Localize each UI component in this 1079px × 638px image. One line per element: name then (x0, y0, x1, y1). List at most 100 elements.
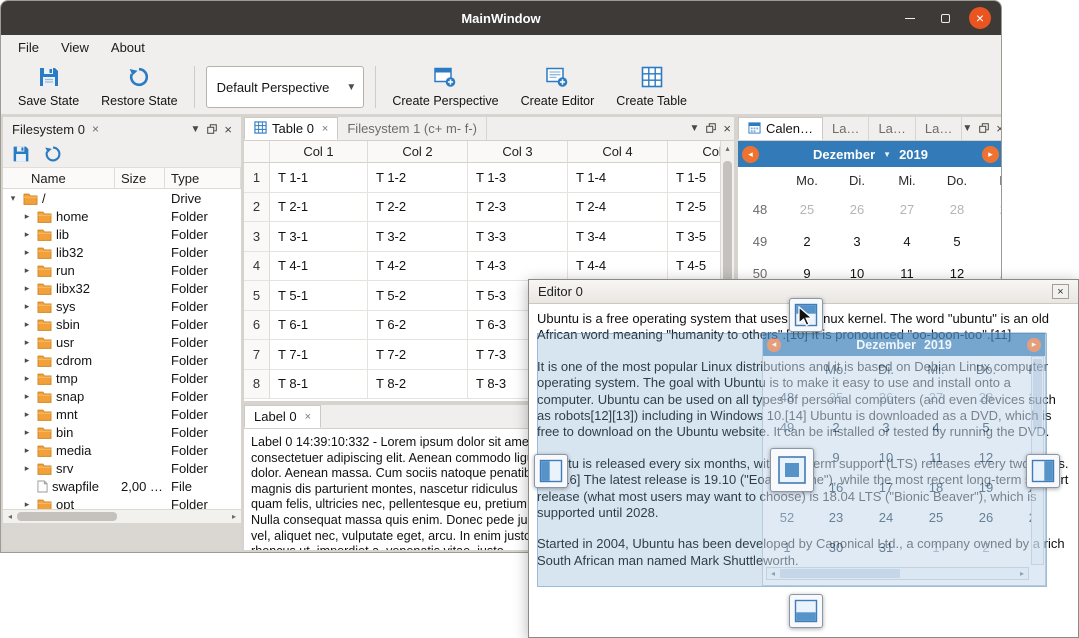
table-cell[interactable]: T 2-4 (568, 193, 668, 223)
filesystem-row[interactable]: ▸srvFolder (3, 459, 241, 477)
filesystem-row[interactable]: ▸usrFolder (3, 333, 241, 351)
filesystem-row[interactable]: ▸mediaFolder (3, 441, 241, 459)
prev-month-button[interactable]: ◂ (742, 146, 759, 163)
expander-icon[interactable]: ▸ (21, 445, 33, 456)
editor-close-button[interactable]: × (1052, 284, 1069, 299)
column-header-name[interactable]: Name (3, 168, 115, 188)
filesystem-row[interactable]: ▸lib32Folder (3, 243, 241, 261)
calendar-day-cell[interactable]: 4 (882, 234, 932, 249)
tab-label-1[interactable]: La… (823, 117, 869, 140)
row-number[interactable]: 2 (244, 193, 270, 223)
scroll-right-icon[interactable]: ▸ (227, 510, 241, 523)
close-icon[interactable]: × (996, 121, 1001, 136)
row-number[interactable]: 1 (244, 163, 270, 193)
table-cell[interactable]: T 7-2 (368, 340, 468, 370)
expander-icon[interactable]: ▸ (21, 247, 33, 258)
table-column-header[interactable]: Col 1 (270, 141, 368, 163)
filesystem-row[interactable]: ▸snapFolder (3, 387, 241, 405)
tab-label-2[interactable]: La… (869, 117, 915, 140)
calendar-day-cell[interactable]: 28 (932, 202, 982, 217)
tab-list-icon[interactable]: ▼ (191, 124, 201, 135)
row-number[interactable]: 7 (244, 340, 270, 370)
filesystem-row[interactable]: ▸optFolder (3, 495, 241, 509)
table-cell[interactable]: T 2-1 (270, 193, 368, 223)
expander-icon[interactable]: ▸ (21, 283, 33, 294)
scroll-left-icon[interactable]: ◂ (3, 510, 17, 523)
table-cell[interactable]: T 4-4 (568, 252, 668, 282)
filesystem-row[interactable]: ▸tmpFolder (3, 369, 241, 387)
table-cell[interactable]: T 3-4 (568, 222, 668, 252)
table-cell[interactable]: T 1-1 (270, 163, 368, 193)
next-month-button[interactable]: ▸ (982, 146, 999, 163)
scroll-up-icon[interactable]: ▴ (721, 141, 734, 155)
table-cell[interactable]: T 5-2 (368, 281, 468, 311)
row-number[interactable]: 8 (244, 370, 270, 400)
filesystem-row[interactable]: ▸cdromFolder (3, 351, 241, 369)
table-cell[interactable]: T 4-1 (270, 252, 368, 282)
menu-view[interactable]: View (50, 37, 100, 58)
calendar-day-cell[interactable]: 2 (782, 234, 832, 249)
table-cell[interactable]: T 3-1 (270, 222, 368, 252)
row-number[interactable]: 4 (244, 252, 270, 282)
expander-icon[interactable]: ▾ (7, 193, 19, 204)
dock-indicator-right[interactable] (1026, 454, 1060, 488)
table-cell[interactable]: T 3-3 (468, 222, 568, 252)
titlebar[interactable]: MainWindow × (1, 1, 1001, 35)
month-label[interactable]: Dezember (813, 147, 875, 162)
column-header-type[interactable]: Type (165, 168, 241, 188)
float-icon[interactable] (706, 121, 716, 136)
table-cell[interactable]: T 6-1 (270, 311, 368, 341)
table-cell[interactable]: T 7-1 (270, 340, 368, 370)
expander-icon[interactable]: ▸ (21, 427, 33, 438)
expander-icon[interactable]: ▸ (21, 499, 33, 510)
table-column-header[interactable]: Col 3 (468, 141, 568, 163)
calendar-day-cell[interactable]: 3 (832, 234, 882, 249)
save-state-button[interactable]: Save State (7, 63, 90, 111)
tab-list-icon[interactable]: ▼ (690, 123, 700, 134)
expander-icon[interactable]: ▸ (21, 301, 33, 312)
calendar-day-cell[interactable]: 27 (882, 202, 932, 217)
tab-close-icon[interactable]: × (305, 411, 311, 423)
filesystem-row[interactable]: ▾/Drive (3, 189, 241, 207)
calendar-day-cell[interactable]: 6 (982, 234, 1001, 249)
filesystem-row[interactable]: ▸binFolder (3, 423, 241, 441)
restore-icon[interactable] (42, 143, 64, 165)
scrollbar-thumb[interactable] (17, 512, 117, 521)
create-perspective-button[interactable]: Create Perspective (381, 63, 509, 111)
calendar-day-cell[interactable]: 5 (932, 234, 982, 249)
row-number[interactable]: 3 (244, 222, 270, 252)
close-button[interactable]: × (969, 7, 991, 29)
filesystem-row[interactable]: ▸libx32Folder (3, 279, 241, 297)
scrollbar-thumb[interactable] (723, 161, 732, 291)
dock-indicator-top[interactable] (789, 298, 823, 332)
calendar-day-cell[interactable]: 26 (832, 202, 882, 217)
row-number[interactable]: 5 (244, 281, 270, 311)
menu-file[interactable]: File (7, 37, 50, 58)
tab-label-0[interactable]: Label 0 × (244, 405, 321, 428)
expander-icon[interactable]: ▸ (21, 265, 33, 276)
table-cell[interactable]: T 1-4 (568, 163, 668, 193)
restore-state-button[interactable]: Restore State (90, 63, 188, 111)
table-cell[interactable]: T 8-2 (368, 370, 468, 400)
expander-icon[interactable]: ▸ (21, 211, 33, 222)
filesystem-row[interactable]: swapfile2,00 …File (3, 477, 241, 495)
filesystem-row[interactable]: ▸homeFolder (3, 207, 241, 225)
close-icon[interactable]: × (723, 121, 731, 136)
table-cell[interactable]: T 1-2 (368, 163, 468, 193)
expander-icon[interactable]: ▸ (21, 373, 33, 384)
close-icon[interactable]: × (224, 122, 232, 137)
filesystem-panel-header[interactable]: Filesystem 0 × ▼ × (3, 117, 241, 141)
expander-icon[interactable]: ▸ (21, 463, 33, 474)
filesystem-row[interactable]: ▸libFolder (3, 225, 241, 243)
dock-indicator-left[interactable] (534, 454, 568, 488)
tab-list-icon[interactable]: ▼ (962, 123, 972, 134)
table-cell[interactable]: T 2-2 (368, 193, 468, 223)
table-cell[interactable]: T 6-2 (368, 311, 468, 341)
column-header-size[interactable]: Size (115, 168, 165, 188)
expander-icon[interactable]: ▸ (21, 229, 33, 240)
create-table-button[interactable]: Create Table (605, 63, 698, 111)
tab-filesystem-1[interactable]: Filesystem 1 (c+ m- f-) (338, 117, 487, 140)
row-number[interactable]: 6 (244, 311, 270, 341)
table-cell[interactable]: T 1-3 (468, 163, 568, 193)
maximize-button[interactable] (934, 7, 956, 29)
